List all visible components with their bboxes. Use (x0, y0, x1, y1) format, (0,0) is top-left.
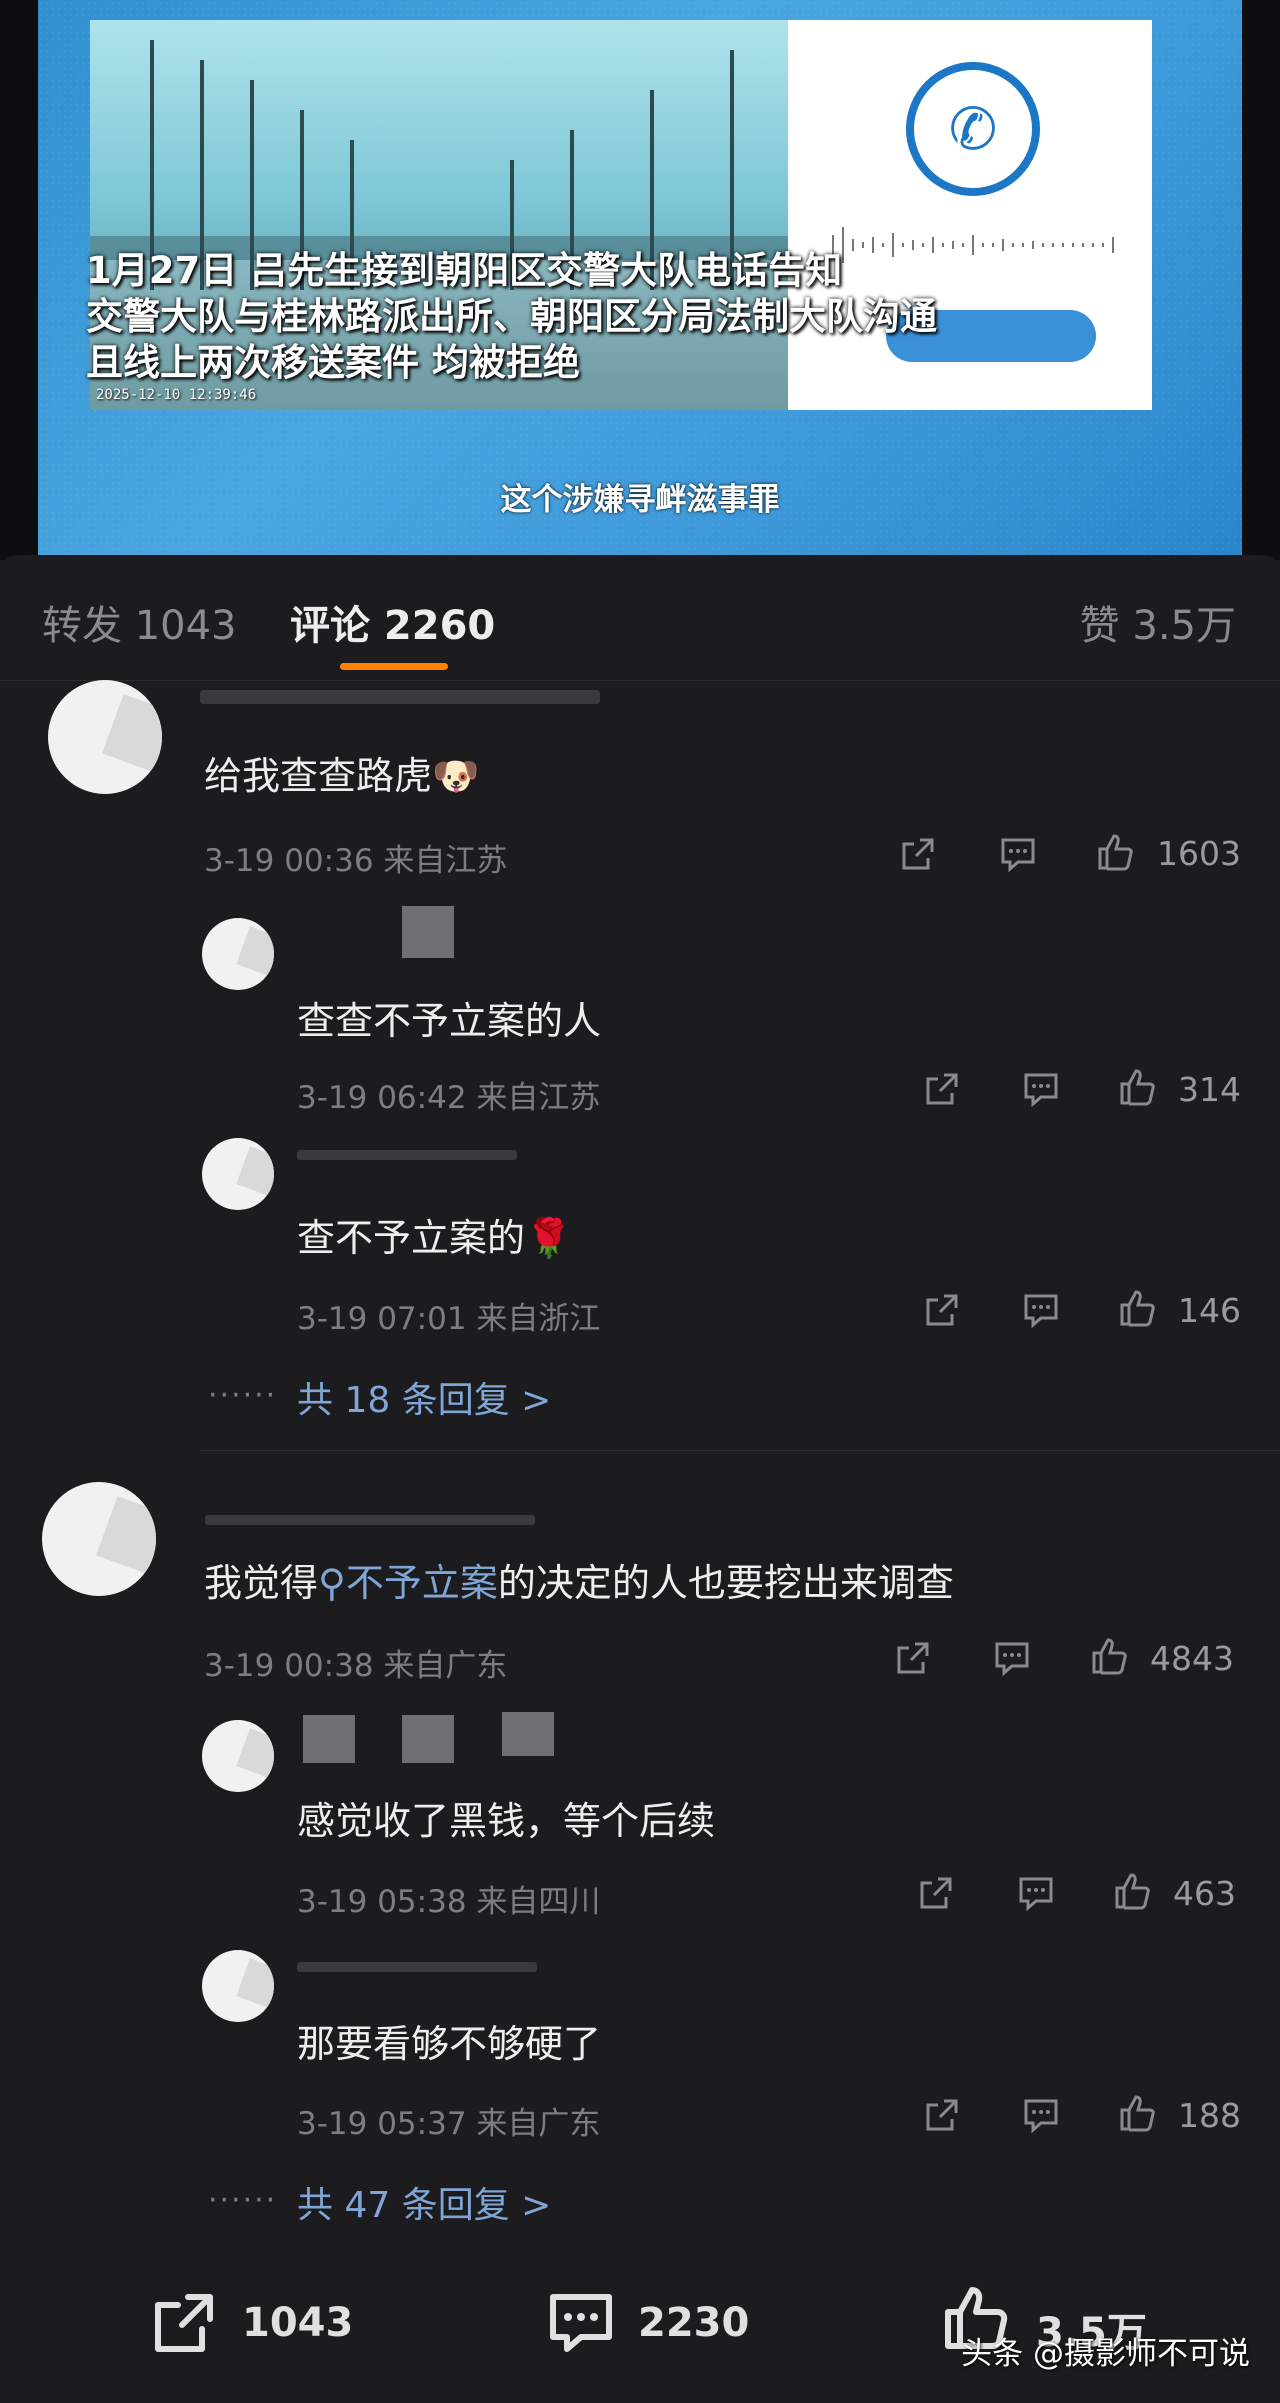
repost-icon[interactable] (148, 2287, 220, 2359)
reply-avatar[interactable] (202, 1720, 274, 1792)
tab-comments[interactable]: 评论 2260 (290, 593, 495, 651)
reply-meta: 3-19 07:01 来自浙江 (297, 1301, 601, 1337)
username-redacted[interactable] (402, 906, 454, 958)
username-redacted[interactable] (297, 1962, 537, 1972)
reply-icon[interactable] (1021, 2095, 1061, 2135)
username-redacted[interactable] (303, 1715, 355, 1763)
avatar[interactable] (48, 680, 162, 794)
like-count: 146 (1178, 1291, 1241, 1330)
like-icon[interactable] (1113, 1871, 1153, 1911)
like-icon[interactable] (1118, 1067, 1158, 1107)
tab-bar: 转发 1043 评论 2260 赞 3.5万 (0, 555, 1280, 681)
share-icon[interactable] (916, 1873, 956, 1913)
username-redacted[interactable] (205, 1515, 535, 1525)
share-icon[interactable] (898, 834, 938, 874)
like-icon[interactable] (1118, 2093, 1158, 2133)
like-icon[interactable] (1090, 1636, 1130, 1676)
avatar[interactable] (42, 1482, 156, 1596)
doge-emoji: 🐶 (432, 754, 480, 798)
bottom-action-bar: 1043 2230 3.5万 (0, 2232, 1280, 2403)
like-icon[interactable] (1118, 1288, 1158, 1328)
username-redacted[interactable] (502, 1712, 554, 1756)
like-count: 4843 (1150, 1639, 1234, 1678)
reply-icon[interactable] (1016, 1873, 1056, 1913)
more-dots: ······ (208, 2183, 278, 2218)
comment-count: 2230 (638, 2300, 750, 2346)
repost-count: 1043 (242, 2300, 354, 2346)
comment-meta: 3-19 00:38 来自广东 (204, 1648, 508, 1684)
username-redacted[interactable] (297, 1150, 517, 1160)
tab-repost[interactable]: 转发 1043 (42, 593, 237, 651)
video-subtitle: 这个涉嫌寻衅滋事罪 (500, 482, 780, 518)
share-icon[interactable] (922, 1290, 962, 1330)
comment-text: 给我查查路虎🐶 (204, 754, 480, 798)
tab-likes[interactable]: 赞 3.5万 (1080, 593, 1236, 651)
video-caption: 1月27日 吕先生接到朝阳区交警大队电话告知 交警大队与桂林路派出所、朝阳区分局… (86, 249, 937, 384)
more-replies-link[interactable]: 共 47 条回复 > (297, 2176, 551, 2228)
reply-avatar[interactable] (202, 1950, 274, 2022)
page: ✆ 1月27日 吕先生接到朝阳区交警大队电话告知 交警大队与桂林路派出所、朝阳区… (0, 0, 1280, 2403)
username-redacted[interactable] (200, 690, 600, 704)
phone-icon: ✆ (906, 62, 1040, 196)
tabs-divider (0, 680, 1280, 681)
reply-meta: 3-19 05:37 来自广东 (297, 2106, 601, 2142)
like-count: 314 (1178, 1070, 1241, 1109)
like-count: 188 (1178, 2096, 1241, 2135)
share-icon[interactable] (922, 1069, 962, 1109)
reply-avatar[interactable] (202, 918, 274, 990)
share-icon[interactable] (922, 2095, 962, 2135)
like-count: 1603 (1157, 834, 1241, 873)
reply-text: 感觉收了黑钱，等个后续 (297, 1799, 716, 1843)
reply-text: 那要看够不够硬了 (297, 2022, 602, 2066)
reply-meta: 3-19 05:38 来自四川 (297, 1884, 601, 1920)
reply-avatar[interactable] (202, 1138, 274, 1210)
more-replies-link[interactable]: 共 18 条回复 > (297, 1371, 551, 1423)
comments-sheet: 转发 1043 评论 2260 赞 3.5万 (0, 555, 1280, 2403)
comment-divider (200, 1450, 1280, 1451)
comment-icon[interactable] (545, 2287, 617, 2359)
reply-icon[interactable] (992, 1638, 1032, 1678)
rose-emoji: 🌹 (525, 1216, 573, 1260)
reply-text: 查不予立案的🌹 (297, 1216, 573, 1260)
more-dots: ······ (208, 1378, 278, 1413)
search-icon: ⚲ (318, 1561, 346, 1605)
comment-meta: 3-19 00:36 来自江苏 (204, 843, 508, 879)
reply-icon[interactable] (998, 834, 1038, 874)
like-icon[interactable] (1096, 832, 1136, 872)
toutiao-watermark: 头条 @摄影师不可说 (961, 2336, 1250, 2372)
video-player[interactable]: ✆ 1月27日 吕先生接到朝阳区交警大队电话告知 交警大队与桂林路派出所、朝阳区… (0, 0, 1280, 560)
reply-text: 查查不予立案的人 (297, 999, 602, 1043)
search-link[interactable]: ⚲不予立案 (318, 1561, 498, 1605)
share-icon[interactable] (893, 1638, 933, 1678)
active-tab-indicator (340, 663, 448, 670)
username-redacted[interactable] (402, 1715, 454, 1763)
reply-icon[interactable] (1021, 1290, 1061, 1330)
video-timestamp: 2025-12-10 12:39:46 (96, 387, 257, 403)
reply-icon[interactable] (1021, 1069, 1061, 1109)
comment-text: 我觉得⚲不予立案的决定的人也要挖出来调查 (204, 1561, 954, 1605)
reply-meta: 3-19 06:42 来自江苏 (297, 1080, 601, 1116)
like-count: 463 (1173, 1874, 1236, 1913)
